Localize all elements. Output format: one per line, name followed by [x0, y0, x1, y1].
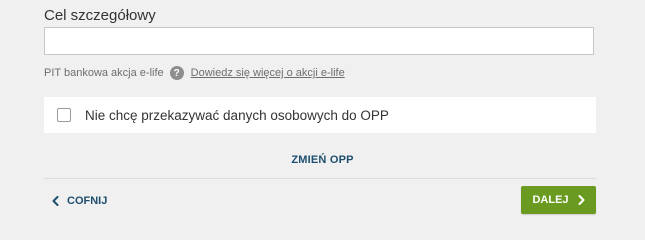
- next-button[interactable]: DALEJ: [521, 186, 596, 214]
- goal-input[interactable]: [44, 27, 594, 55]
- elife-hint-row: PIT bankowa akcja e-life ? Dowiedz się w…: [44, 64, 345, 82]
- goal-field-label: Cel szczegółowy: [44, 7, 156, 24]
- divider: [44, 178, 596, 179]
- elife-info-link[interactable]: Dowiedz się więcej o akcji e-life: [191, 67, 345, 79]
- back-button-label: COFNIJ: [67, 195, 108, 207]
- next-button-label: DALEJ: [532, 194, 569, 206]
- change-opp-container: ZMIEŃ OPP: [0, 150, 645, 168]
- consent-checkbox[interactable]: [57, 108, 71, 122]
- back-button[interactable]: COFNIJ: [52, 193, 107, 209]
- change-opp-link[interactable]: ZMIEŃ OPP: [291, 154, 353, 166]
- chevron-right-icon: [578, 195, 585, 205]
- chevron-left-icon: [52, 196, 59, 206]
- consent-row[interactable]: Nie chcę przekazywać danych osobowych do…: [44, 97, 596, 133]
- consent-label[interactable]: Nie chcę przekazywać danych osobowych do…: [85, 108, 389, 123]
- question-mark-icon[interactable]: ?: [169, 66, 184, 80]
- elife-hint-text: PIT bankowa akcja e-life: [44, 67, 164, 79]
